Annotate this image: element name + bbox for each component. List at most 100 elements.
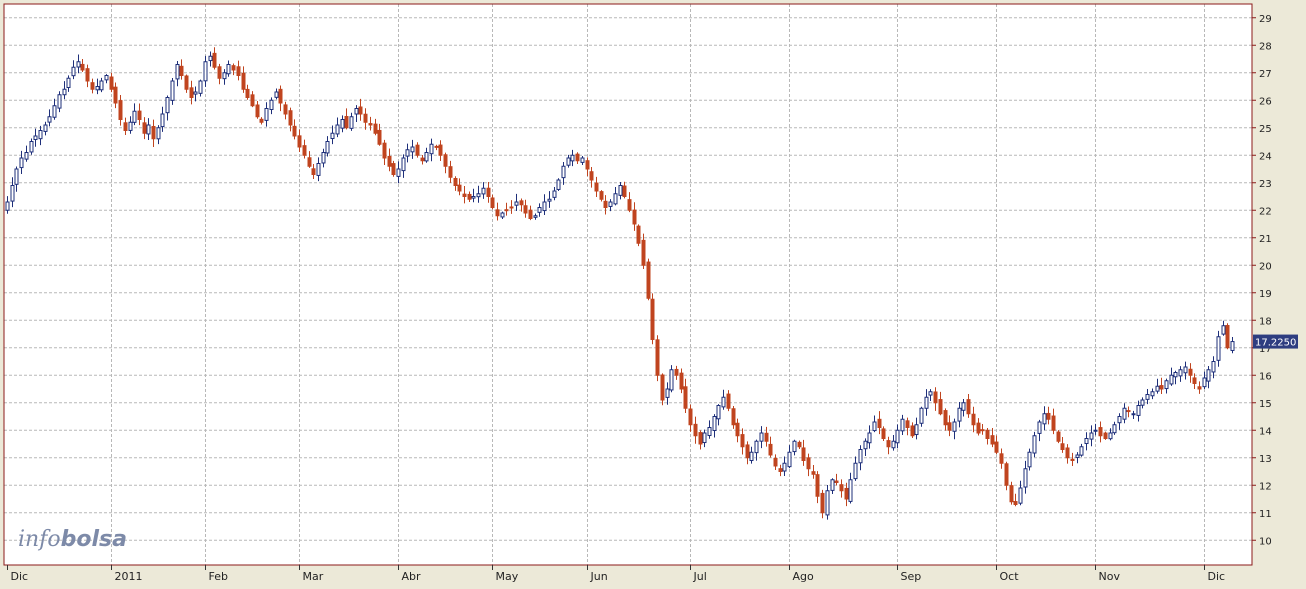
candle-body-down (505, 210, 508, 211)
candle-body-down (727, 394, 730, 408)
candle (171, 78, 174, 105)
candle-body-up (962, 403, 965, 411)
candle-body-down (114, 87, 117, 103)
svg-text:infobolsa: infobolsa (18, 527, 127, 552)
y-tick-label: 10 (1259, 536, 1272, 547)
candle-body-up (425, 153, 428, 161)
candle-body-down (995, 442, 998, 452)
candle-body-down (520, 201, 523, 205)
candle-body-down (218, 67, 221, 78)
candle-body-up (920, 408, 923, 423)
candle-body-up (199, 81, 202, 93)
candle-body-up (788, 452, 791, 466)
candle-body-down (741, 435, 744, 447)
candle-body-down (496, 210, 499, 216)
candle-body-down (439, 145, 442, 155)
candle-body-down (1047, 413, 1050, 419)
candle (647, 259, 650, 301)
candle-body-down (1099, 428, 1102, 436)
price-chart: 1011121314151617181920212223242526272829… (0, 0, 1306, 585)
candle-body-up (548, 199, 551, 201)
candle-body-up (176, 65, 179, 79)
candle-body-down (736, 423, 739, 436)
candle (1033, 432, 1036, 457)
x-tick-label: Ago (793, 570, 815, 583)
candle-body-down (835, 481, 838, 482)
candle-body-up (25, 153, 28, 160)
candle-body-down (948, 423, 951, 430)
candle-body-up (133, 111, 136, 122)
candle-body-up (619, 186, 622, 196)
y-tick-label: 21 (1259, 234, 1272, 245)
y-tick-label: 12 (1259, 481, 1272, 492)
candle-body-up (67, 78, 70, 87)
candle-body-up (20, 158, 23, 168)
candle-body-up (1137, 406, 1140, 416)
candle-body-up (750, 452, 753, 460)
candle-body-down (378, 130, 381, 144)
candle-body-up (717, 406, 720, 419)
candle-body-up (326, 142, 329, 153)
candle-body-up (1179, 370, 1182, 376)
candle-body-down (86, 69, 89, 81)
candle-body-up (703, 433, 706, 443)
candle-body-down (392, 164, 395, 175)
candle-body-up (868, 433, 871, 443)
candle-body-down (1193, 378, 1196, 384)
candle-body-up (1141, 400, 1144, 405)
candle-body-down (289, 111, 292, 125)
x-tick-label: Sep (901, 570, 922, 583)
candle-body-up (1109, 433, 1112, 439)
candle-body-down (642, 240, 645, 265)
infobolsa-logo: infobolsa (18, 527, 127, 552)
candle-body-down (1052, 416, 1055, 430)
candle-body-down (878, 419, 881, 427)
candle-body-up (1203, 378, 1206, 387)
candle-body-up (6, 202, 9, 210)
candle-body-down (967, 400, 970, 414)
candle-body-down (1226, 326, 1229, 348)
candle-body-down (242, 73, 245, 89)
candle-body-down (1005, 464, 1008, 485)
candle-body-up (873, 422, 876, 431)
candle-body-down (586, 161, 589, 169)
candle-body-down (675, 369, 678, 375)
candle-body-down (416, 145, 419, 155)
candle-body-up (355, 109, 358, 115)
candle-body-up (557, 180, 560, 189)
candle-body-down (765, 433, 768, 441)
candle-body-down (449, 167, 452, 178)
candle-body-up (336, 125, 339, 134)
candle-body-down (1014, 502, 1017, 505)
candle-body-down (991, 436, 994, 444)
x-tick-label: May (496, 570, 519, 583)
candle-body-up (666, 389, 669, 397)
candle-body-down (637, 226, 640, 243)
candle-body-down (369, 124, 372, 125)
candle-body-up (793, 441, 796, 451)
candle-body-down (576, 154, 579, 161)
candle-body-up (831, 480, 834, 491)
candle-body-up (614, 194, 617, 204)
candle-body-down (524, 206, 527, 213)
candle-body-up (48, 117, 51, 122)
y-tick-label: 20 (1259, 261, 1272, 272)
candle-body-down (435, 146, 438, 147)
candle-body-up (223, 73, 226, 79)
candle-body-up (1207, 370, 1210, 381)
candle-body-up (1085, 439, 1088, 444)
candle (661, 373, 664, 405)
candle-body-down (487, 188, 490, 196)
candle-body-up (755, 441, 758, 452)
candle-body-up (1165, 381, 1168, 389)
candle-body-down (623, 186, 626, 196)
candle-body-up (402, 158, 405, 171)
candle-body-down (821, 493, 824, 512)
candle-body-up (1080, 447, 1083, 455)
y-tick-label: 25 (1259, 124, 1272, 135)
candle-body-up (760, 433, 763, 441)
candle-body-down (421, 158, 424, 161)
candle-body-down (647, 262, 650, 298)
candle-body-up (1038, 422, 1041, 433)
candle-body-up (1076, 455, 1079, 457)
